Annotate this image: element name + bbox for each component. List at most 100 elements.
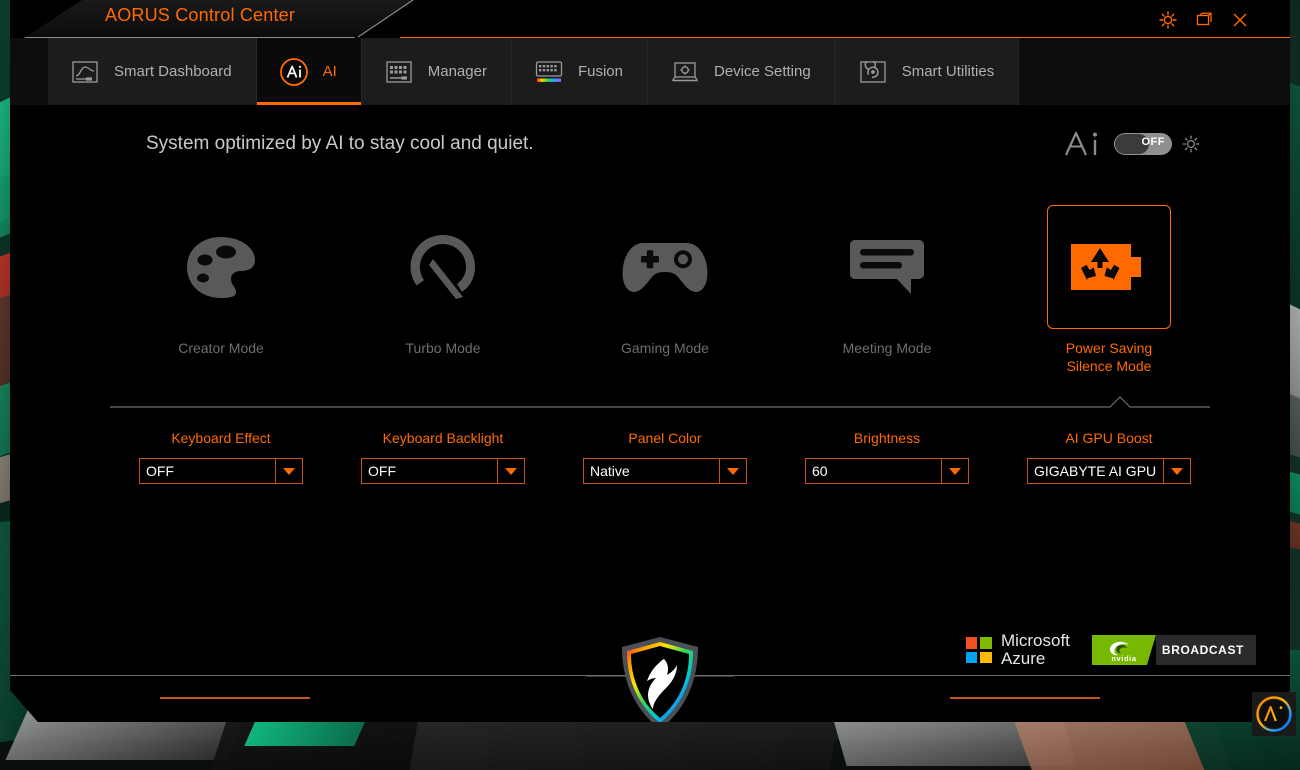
chevron-down-icon <box>276 459 302 483</box>
tab-bar-tail-spacer <box>1019 38 1290 105</box>
setting-label: AI GPU Boost <box>1065 430 1152 446</box>
tab-label: Device Setting <box>714 63 835 80</box>
nvidia-brand-text: nvidia <box>1111 654 1137 663</box>
gamepad-icon <box>621 237 709 297</box>
tab-label: Smart Dashboard <box>114 63 256 80</box>
tab-manager[interactable]: Manager <box>362 38 512 105</box>
tab-smart-utilities[interactable]: Smart Utilities <box>836 38 1020 105</box>
floating-ai-widget[interactable] <box>1252 692 1296 736</box>
setting-ai-gpu-boost: AI GPU Boost GIGABYTE AI GPU <box>998 430 1220 510</box>
close-icon[interactable] <box>1228 8 1252 32</box>
mode-label-line1: Power Saving <box>1066 340 1152 356</box>
mode-label: Creator Mode <box>178 339 264 357</box>
keyboard-manager-icon <box>384 59 414 85</box>
mode-label: Turbo Mode <box>406 339 481 357</box>
microsoft-azure-text: Microsoft Azure <box>1001 632 1070 668</box>
ai-gradient-badge <box>1255 695 1293 733</box>
microsoft-line1: Microsoft <box>1001 631 1070 650</box>
setting-label: Keyboard Effect <box>171 430 270 446</box>
mode-icon-box <box>381 205 505 329</box>
ai-circle-icon <box>279 59 309 85</box>
mode-settings-row: Keyboard Effect OFF Keyboard Backlight O… <box>110 430 1220 510</box>
mode-label: Gaming Mode <box>621 339 709 357</box>
microsoft-azure-logo: Microsoft Azure <box>966 632 1070 668</box>
footer-accent-right <box>950 697 1100 699</box>
chevron-down-icon <box>1164 459 1190 483</box>
mode-label-line2: Silence Mode <box>1067 358 1152 374</box>
ai-master-toggle[interactable]: OFF <box>1114 133 1172 155</box>
palette-icon <box>181 231 261 303</box>
nvidia-broadcast-logo: nvidia BROADCAST <box>1092 635 1256 665</box>
mode-label: Power Saving Silence Mode <box>1066 339 1152 375</box>
rgb-keyboard-icon <box>534 59 564 85</box>
aorus-control-center-window: AORUS Control Center <box>10 0 1290 722</box>
panel-color-dropdown[interactable]: Native <box>583 458 747 484</box>
setting-label: Panel Color <box>628 430 701 446</box>
dropdown-value: OFF <box>140 459 276 483</box>
ai-master-control: OFF <box>1064 128 1200 160</box>
maximize-icon[interactable] <box>1192 8 1216 32</box>
chevron-down-icon <box>498 459 524 483</box>
mode-divider <box>110 395 1210 409</box>
ai-page-content: System optimized by AI to stay cool and … <box>10 105 1290 722</box>
mode-icon-box <box>159 205 283 329</box>
setting-label: Keyboard Backlight <box>383 430 504 446</box>
laptop-gear-icon <box>670 59 700 85</box>
gauge-icon <box>403 229 483 305</box>
partner-logos: Microsoft Azure nvidia BROADCAST <box>966 632 1256 668</box>
chevron-down-icon <box>720 459 746 483</box>
chevron-down-icon <box>942 459 968 483</box>
utilities-refresh-icon <box>858 59 888 85</box>
setting-brightness: Brightness 60 <box>776 430 998 510</box>
tab-label: Manager <box>428 63 511 80</box>
tab-label: Smart Utilities <box>902 63 1019 80</box>
main-navigation-tabs: Smart Dashboard AI <box>10 38 1290 105</box>
ai-gpu-boost-dropdown[interactable]: GIGABYTE AI GPU <box>1027 458 1191 484</box>
mode-label: Meeting Mode <box>843 339 932 357</box>
dropdown-value: OFF <box>362 459 498 483</box>
toggle-state-label: OFF <box>1142 136 1166 148</box>
mode-power-saving[interactable]: Power Saving Silence Mode <box>998 205 1220 390</box>
mode-icon-box <box>603 205 727 329</box>
ai-wordmark-icon <box>1064 128 1104 160</box>
ai-mode-selector: Creator Mode Turbo Mode <box>110 205 1220 390</box>
keyboard-backlight-dropdown[interactable]: OFF <box>361 458 525 484</box>
mode-icon-box <box>825 205 949 329</box>
tab-label: Fusion <box>578 63 647 80</box>
chat-bubble-icon <box>849 236 925 298</box>
dropdown-value: Native <box>584 459 720 483</box>
aorus-falcon-badge <box>618 635 702 731</box>
mode-meeting[interactable]: Meeting Mode <box>776 205 998 390</box>
title-bar: AORUS Control Center <box>10 0 1290 38</box>
tab-smart-dashboard[interactable]: Smart Dashboard <box>48 38 257 105</box>
footer-accent-left <box>160 697 310 699</box>
page-headline: System optimized by AI to stay cool and … <box>146 133 534 155</box>
nvidia-eye-icon: nvidia <box>1092 635 1156 665</box>
setting-panel-color: Panel Color Native <box>554 430 776 510</box>
setting-keyboard-backlight: Keyboard Backlight OFF <box>332 430 554 510</box>
chart-monitor-icon <box>70 59 100 85</box>
mode-turbo[interactable]: Turbo Mode <box>332 205 554 390</box>
mode-creator[interactable]: Creator Mode <box>110 205 332 390</box>
settings-icon[interactable] <box>1156 8 1180 32</box>
sun-icon[interactable] <box>1182 135 1200 153</box>
keyboard-effect-dropdown[interactable]: OFF <box>139 458 303 484</box>
microsoft-line2: Azure <box>1001 649 1045 668</box>
mode-gaming[interactable]: Gaming Mode <box>554 205 776 390</box>
battery-recycle-icon <box>1069 236 1149 298</box>
nvidia-broadcast-text: BROADCAST <box>1156 635 1256 665</box>
wallpaper-shard <box>244 720 366 746</box>
tab-bar-lead-spacer <box>10 38 48 105</box>
mode-icon-box <box>1047 205 1171 329</box>
title-diagonal-edge <box>358 0 414 38</box>
window-footer <box>10 675 1290 722</box>
brightness-dropdown[interactable]: 60 <box>805 458 969 484</box>
tab-device-setting[interactable]: Device Setting <box>648 38 836 105</box>
dropdown-value: 60 <box>806 459 942 483</box>
microsoft-squares-icon <box>966 637 992 663</box>
tab-fusion[interactable]: Fusion <box>512 38 648 105</box>
tab-label: AI <box>323 63 361 80</box>
setting-keyboard-effect: Keyboard Effect OFF <box>110 430 332 510</box>
app-title: AORUS Control Center <box>105 5 295 26</box>
tab-ai[interactable]: AI <box>257 38 362 105</box>
